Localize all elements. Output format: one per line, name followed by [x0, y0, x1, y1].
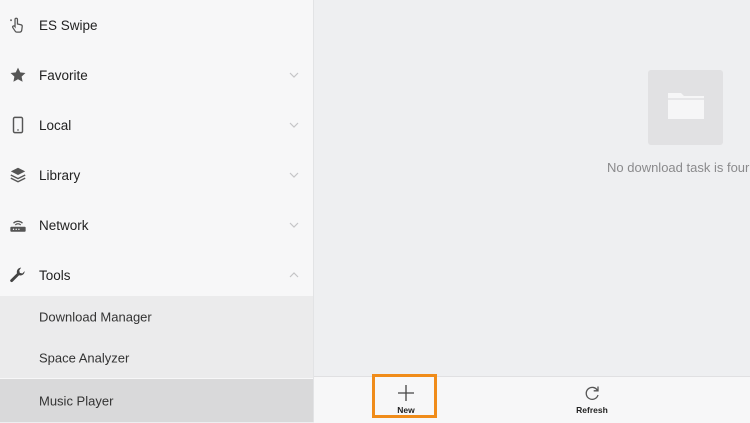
sidebar-subitem-label: Download Manager [39, 309, 152, 324]
refresh-icon [585, 386, 599, 401]
sidebar-item-network[interactable]: Network [0, 200, 313, 250]
sidebar-item-es-swipe[interactable]: ES Swipe [0, 0, 313, 50]
empty-state-illustration [648, 70, 723, 145]
star-icon [9, 66, 27, 84]
refresh-button-label: Refresh [576, 405, 608, 415]
sidebar-item-label: Local [39, 117, 72, 133]
sidebar-item-local[interactable]: Local [0, 100, 313, 150]
sidebar-item-library[interactable]: Library [0, 150, 313, 200]
chevron-down-icon[interactable] [289, 120, 299, 130]
stack-layers-icon [9, 166, 27, 184]
folder-icon [666, 89, 706, 126]
swipe-hand-icon [9, 16, 27, 34]
sidebar-item-favorite[interactable]: Favorite [0, 50, 313, 100]
new-button[interactable]: New [373, 377, 439, 423]
sidebar-item-label: Network [39, 217, 89, 233]
sidebar-subitem-download-manager[interactable]: Download Manager [0, 296, 313, 337]
sidebar-item-tools[interactable]: Tools [0, 250, 313, 300]
empty-state-message: No download task is four [607, 160, 750, 175]
phone-icon [9, 116, 27, 134]
chevron-down-icon[interactable] [289, 170, 299, 180]
sidebar-item-label: ES Swipe [39, 17, 98, 33]
plus-icon [398, 385, 414, 401]
sidebar-subitem-music-player[interactable]: Music Player [0, 379, 313, 422]
sidebar-subitem-label: Music Player [39, 393, 114, 408]
chevron-up-icon[interactable] [289, 270, 299, 280]
chevron-down-icon[interactable] [289, 70, 299, 80]
sidebar-subitem-space-analyzer[interactable]: Space Analyzer [0, 337, 313, 378]
sidebar-item-label: Tools [39, 267, 71, 283]
bottom-toolbar: New Refresh [314, 374, 750, 423]
download-list-area: No download task is four [314, 0, 750, 376]
network-router-icon [9, 216, 27, 234]
wrench-icon [9, 266, 27, 284]
refresh-button[interactable]: Refresh [559, 377, 625, 423]
sidebar-subitem-label: Space Analyzer [39, 350, 130, 365]
chevron-down-icon[interactable] [289, 220, 299, 230]
sidebar: ES Swipe Favorite Local Library Network … [0, 0, 314, 422]
sidebar-item-label: Favorite [39, 67, 88, 83]
sidebar-item-label: Library [39, 167, 81, 183]
new-button-label: New [397, 405, 415, 415]
